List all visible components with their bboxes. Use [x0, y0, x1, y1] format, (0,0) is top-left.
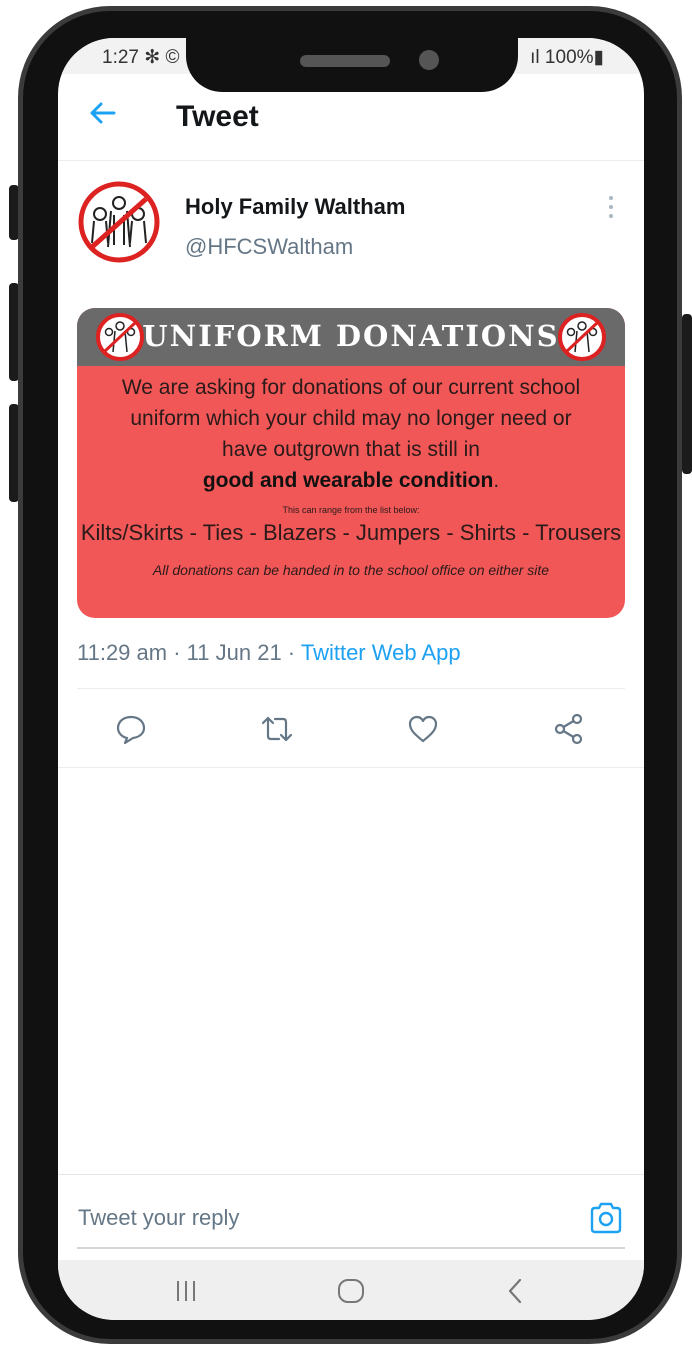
image-banner: UNIFORM DONATIONS [77, 308, 625, 366]
front-camera [419, 50, 439, 70]
page-title: Tweet [176, 100, 259, 133]
tweet-image[interactable]: UNIFORM DONATIONS We are asking for dona… [77, 308, 625, 618]
image-text-line: We are asking for donations of our curre… [121, 376, 581, 399]
like-icon[interactable] [406, 712, 440, 746]
tweet-source-link[interactable]: Twitter Web App [301, 640, 461, 665]
speaker-grille [300, 55, 390, 67]
status-time: 1:27 ✻ © [102, 47, 180, 68]
back-arrow-icon[interactable] [88, 98, 118, 128]
image-items-list: Kilts/Skirts - Ties - Blazers - Jumpers … [80, 520, 622, 545]
tweet-time: 11:29 am [77, 640, 168, 665]
reply-bar: Tweet your reply [58, 1174, 644, 1257]
side-button-right [682, 314, 692, 474]
image-text-line: have outgrown that is still in [222, 438, 480, 461]
more-vertical-icon[interactable] [607, 196, 615, 222]
camera-icon[interactable] [588, 1201, 624, 1235]
author-handle[interactable]: @HFCSWaltham [185, 234, 353, 260]
phone-screen: 1:27 ✻ © ıl 100%▮ Tweet Holy Family Walt… [58, 38, 644, 1320]
recent-apps-icon[interactable] [171, 1276, 201, 1306]
image-text-tail: . [493, 469, 500, 492]
share-icon[interactable] [552, 712, 586, 746]
reply-input[interactable]: Tweet your reply [78, 1205, 239, 1231]
actions-divider [58, 767, 644, 768]
author-avatar[interactable] [78, 181, 160, 263]
author-name[interactable]: Holy Family Waltham [185, 194, 405, 220]
meta-separator: · [167, 640, 187, 665]
image-title: UNIFORM DONATIONS [142, 319, 560, 353]
image-body: We are asking for donations of our curre… [77, 372, 625, 578]
reply-icon[interactable] [114, 712, 148, 746]
meta-divider [77, 688, 625, 689]
school-emblem-right [558, 313, 606, 361]
image-text-line: good and wearable condition. [77, 465, 625, 496]
tweet-meta: 11:29 am · 11 Jun 21 · Twitter Web App [77, 640, 461, 666]
tweet-date: 11 Jun 21 [186, 640, 282, 665]
system-nav-bar [58, 1260, 644, 1320]
back-icon[interactable] [501, 1276, 531, 1306]
reply-underline [77, 1247, 625, 1249]
home-icon[interactable] [336, 1276, 366, 1306]
retweet-icon[interactable] [260, 712, 294, 746]
image-text-line: uniform which your child may no longer n… [130, 407, 572, 430]
phone-notch [186, 38, 518, 92]
image-small-note: This can range from the list below: [282, 505, 420, 515]
meta-separator: · [281, 640, 301, 665]
image-footer: All donations can be handed in to the sc… [152, 562, 550, 578]
status-battery: ıl 100%▮ [530, 47, 604, 68]
image-bold-text: good and wearable condition [202, 469, 494, 492]
